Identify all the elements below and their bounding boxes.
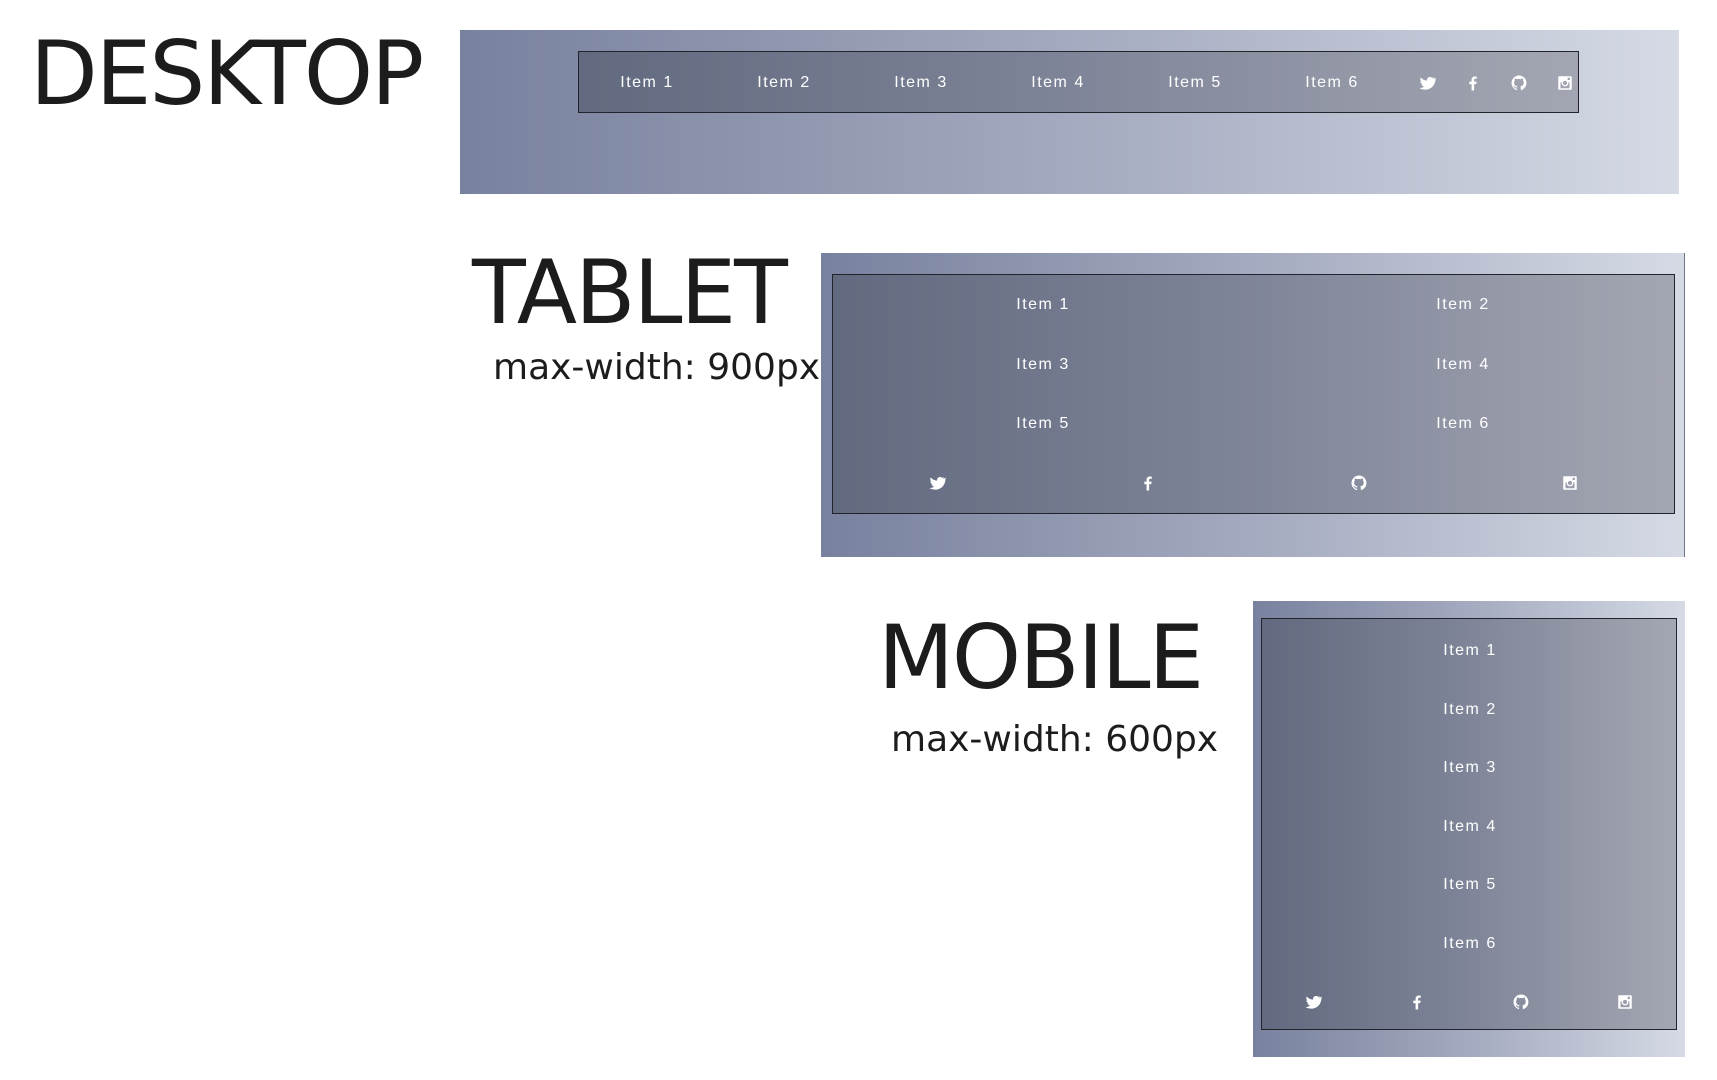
mobile-nav-item-4[interactable]: Item 4 [1443,819,1496,835]
tablet-nav-item-1[interactable]: Item 1 [1016,297,1069,313]
mobile-navbar: Item 1 Item 2 Item 3 Item 4 Item 5 Item … [1261,618,1677,1030]
tablet-nav-item-5[interactable]: Item 5 [1016,416,1069,432]
desktop-navbar: Item 1 Item 2 Item 3 Item 4 Item 5 Item … [578,51,1579,113]
tablet-breakpoint-label: max-width: 900px [493,347,821,388]
mobile-nav-item-1[interactable]: Item 1 [1443,643,1496,659]
mobile-nav-item-2[interactable]: Item 2 [1443,702,1496,718]
github-icon[interactable] [1510,74,1528,92]
twitter-icon[interactable] [1418,74,1436,92]
desktop-nav-item-1[interactable]: Item 1 [620,75,673,91]
desktop-nav-item-5[interactable]: Item 5 [1168,75,1221,91]
tablet-nav-item-4[interactable]: Item 4 [1436,357,1489,373]
desktop-heading: DESKTOP [30,22,424,125]
mobile-nav-item-6[interactable]: Item 6 [1443,936,1496,952]
tablet-navbar: Item 1 Item 2 Item 3 Item 4 Item 5 Item … [832,274,1675,514]
twitter-icon[interactable] [928,474,946,492]
instagram-icon[interactable] [1616,993,1634,1011]
desktop-nav-item-2[interactable]: Item 2 [757,75,810,91]
desktop-nav-item-6[interactable]: Item 6 [1305,75,1358,91]
github-icon[interactable] [1512,993,1530,1011]
tablet-nav-item-6[interactable]: Item 6 [1436,416,1489,432]
facebook-icon[interactable] [1408,993,1426,1011]
instagram-icon[interactable] [1561,474,1579,492]
tablet-heading: TABLET [472,241,788,344]
instagram-icon[interactable] [1556,74,1574,92]
mobile-breakpoint-label: max-width: 600px [891,719,1219,760]
twitter-icon[interactable] [1304,993,1322,1011]
tablet-nav-item-3[interactable]: Item 3 [1016,357,1069,373]
tablet-nav-item-2[interactable]: Item 2 [1436,297,1489,313]
desktop-nav-item-4[interactable]: Item 4 [1031,75,1084,91]
desktop-nav-item-3[interactable]: Item 3 [894,75,947,91]
mobile-nav-item-3[interactable]: Item 3 [1443,760,1496,776]
mobile-heading: MOBILE [878,606,1204,709]
facebook-icon[interactable] [1139,474,1157,492]
facebook-icon[interactable] [1464,74,1482,92]
mobile-nav-item-5[interactable]: Item 5 [1443,877,1496,893]
github-icon[interactable] [1350,474,1368,492]
